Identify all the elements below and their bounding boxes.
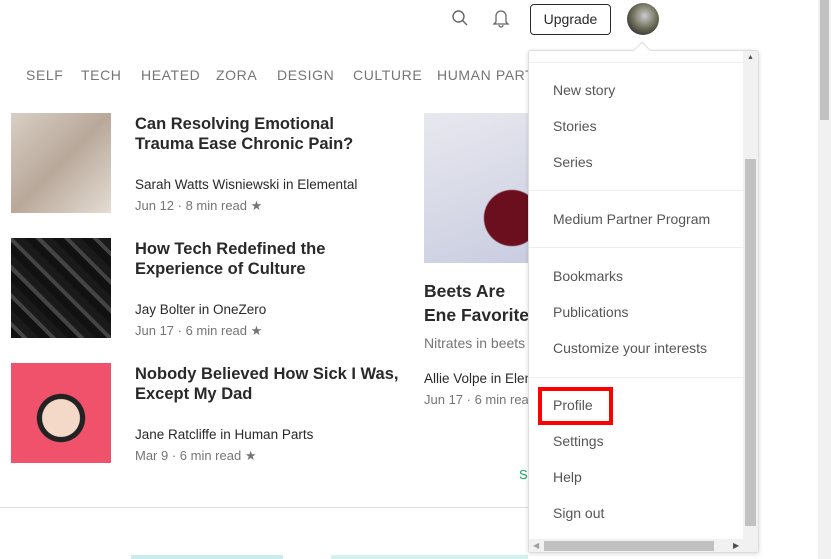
feature-meta: Jun 17 · 6 min read	[424, 392, 537, 407]
scroll-thumb[interactable]	[820, 0, 829, 120]
user-menu: New story Stories Series Medium Partner …	[528, 50, 759, 553]
nav-item-self[interactable]: SELF	[26, 67, 63, 83]
nav-item-zora[interactable]: ZORA	[216, 67, 257, 83]
nav-item-tech[interactable]: TECH	[81, 67, 122, 83]
nav-item-culture[interactable]: CULTURE	[353, 67, 422, 83]
menu-item-partner-program[interactable]: Medium Partner Program	[553, 211, 710, 227]
upgrade-button[interactable]: Upgrade	[530, 4, 611, 35]
article-thumbnail[interactable]	[11, 238, 111, 338]
menu-item-publications[interactable]: Publications	[553, 304, 629, 320]
bell-icon[interactable]	[492, 8, 510, 33]
menu-horizontal-scrollbar[interactable]: ◀ ▶	[529, 539, 758, 552]
article-meta: Mar 9 · 6 min read ★	[135, 448, 257, 463]
article-author[interactable]: Jane Ratcliffe in Human Parts	[135, 427, 313, 442]
feature-subtitle: Nitrates in beets	[424, 335, 526, 351]
menu-item-bookmarks[interactable]: Bookmarks	[553, 268, 623, 284]
menu-item-series[interactable]: Series	[553, 154, 593, 170]
article-meta: Jun 12 · 8 min read ★	[135, 198, 263, 213]
menu-item-sign-out[interactable]: Sign out	[553, 505, 604, 521]
menu-item-customize-interests[interactable]: Customize your interests	[553, 340, 707, 356]
nav-item-human-parts[interactable]: HUMAN PARTS	[437, 67, 530, 83]
article-author[interactable]: Sarah Watts Wisniewski in Elemental	[135, 177, 357, 192]
feature-image[interactable]	[424, 113, 534, 263]
nav-item-design[interactable]: DESIGN	[277, 67, 334, 83]
article-title[interactable]: Nobody Believed How Sick I Was, Except M…	[135, 364, 400, 404]
article-title[interactable]: Can Resolving Emotional Trauma Ease Chro…	[135, 114, 385, 154]
scroll-right-arrow-icon[interactable]: ▶	[733, 541, 739, 550]
menu-vertical-scrollbar[interactable]: ▲	[743, 51, 758, 539]
menu-item-new-story[interactable]: New story	[553, 82, 615, 98]
divider	[0, 507, 528, 508]
feature-title[interactable]: Beets Are Ene Favorite Root	[424, 279, 534, 327]
next-thumbnail[interactable]	[131, 555, 283, 559]
article-thumbnail[interactable]	[11, 363, 111, 463]
menu-item-help[interactable]: Help	[553, 469, 582, 485]
avatar[interactable]	[627, 3, 659, 35]
menu-item-settings[interactable]: Settings	[553, 433, 604, 449]
topic-nav: SELF TECH HEATED ZORA DESIGN CULTURE HUM…	[0, 67, 530, 87]
search-icon[interactable]	[451, 9, 469, 32]
scroll-thumb[interactable]	[544, 541, 714, 551]
article-thumbnail[interactable]	[11, 113, 111, 213]
article-meta: Jun 17 · 6 min read ★	[135, 323, 263, 338]
feature-author[interactable]: Allie Volpe in Elem	[424, 371, 536, 386]
menu-item-profile[interactable]: Profile	[553, 397, 593, 413]
menu-item-stories[interactable]: Stories	[553, 118, 597, 134]
scroll-left-arrow-icon[interactable]: ◀	[533, 541, 539, 550]
scroll-up-arrow-icon[interactable]: ▲	[743, 54, 758, 61]
article-title[interactable]: How Tech Redefined the Experience of Cul…	[135, 239, 400, 279]
page-scrollbar[interactable]	[818, 0, 831, 559]
article-author[interactable]: Jay Bolter in OneZero	[135, 302, 266, 317]
scroll-thumb[interactable]	[745, 159, 756, 526]
nav-item-heated[interactable]: HEATED	[141, 67, 200, 83]
see-more-link[interactable]: S	[519, 467, 528, 482]
next-thumbnail[interactable]	[331, 555, 528, 559]
